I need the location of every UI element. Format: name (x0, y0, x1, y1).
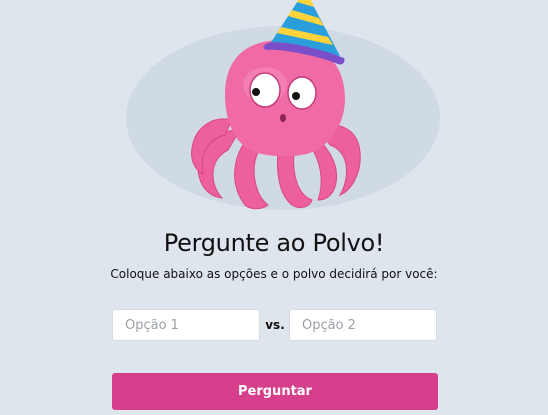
page-title: Pergunte ao Polvo! (163, 229, 385, 257)
octopus-icon (126, 0, 440, 210)
ask-button[interactable]: Perguntar (112, 373, 438, 410)
hero-illustration (0, 0, 548, 225)
vs-label: vs. (265, 318, 285, 332)
page-subtitle: Coloque abaixo as opções e o polvo decid… (110, 267, 438, 281)
option-1-input[interactable] (112, 309, 260, 341)
option-2-input[interactable] (289, 309, 437, 341)
